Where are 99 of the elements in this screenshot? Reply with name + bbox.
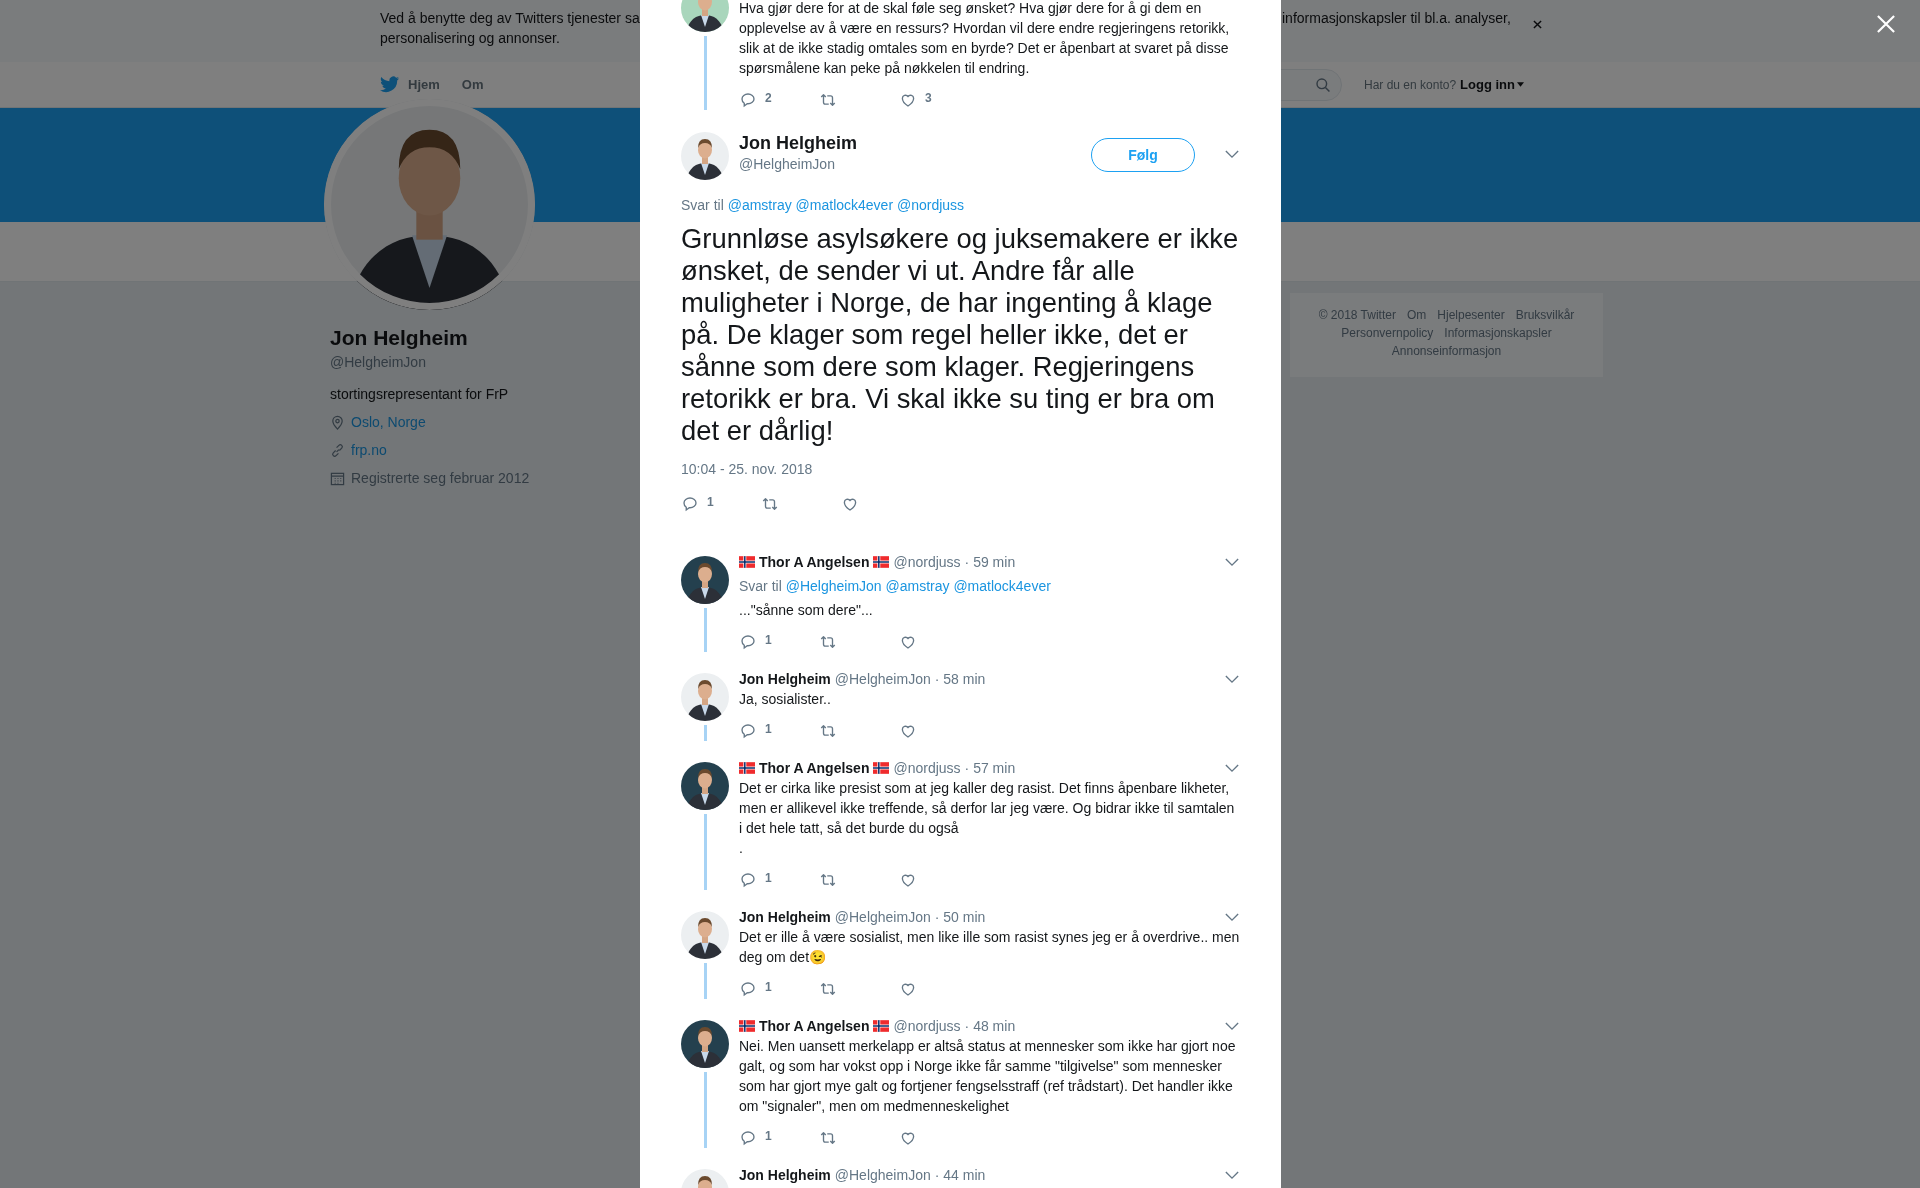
chevron-down-icon[interactable]: [1225, 912, 1239, 922]
tweet-text: Det er ille å være sosialist, men like ille som rasist synes jeg er å overdrive.. men deg om det😉: [739, 928, 1241, 967]
reply-icon: [739, 633, 757, 651]
retweet-icon: [819, 633, 837, 651]
link-icon: [330, 442, 345, 458]
mention-link[interactable]: @matlock4ever: [953, 578, 1051, 594]
chevron-down-icon[interactable]: [1225, 1170, 1239, 1180]
mention-link[interactable]: @nordjuss: [896, 197, 965, 213]
tweet-text: Nei. Men uansett merkelapp er altså status at mennesker som ikke har gjort noe galt, og som har vokst opp i Norge ikke får samme "tilgivelse" som mennesker som har gjort mye galt og fortjener fengselsstraff (ref trådstart). Det handler ikke om "signaler", men om medmenneskelighet: [739, 1037, 1237, 1116]
like-button[interactable]: 3: [899, 90, 932, 110]
avatar[interactable]: [681, 1020, 729, 1068]
author-name[interactable]: Thor A Angelsen: [759, 554, 870, 570]
author-handle[interactable]: @nordjuss: [893, 554, 961, 570]
caret-icon: [1516, 82, 1524, 87]
tweet-time[interactable]: · 48 min: [964, 1018, 1016, 1034]
calendar-icon: [330, 470, 345, 486]
avatar[interactable]: [681, 132, 729, 180]
reply-icon: [681, 495, 699, 513]
footer-link[interactable]: © 2018 Twitter: [1318, 306, 1396, 324]
reply-button[interactable]: 1: [739, 979, 772, 999]
author-name[interactable]: Jon Helgheim: [739, 909, 831, 925]
author-name[interactable]: Thor A Angelsen: [759, 760, 870, 776]
reply-icon: [739, 91, 757, 109]
avatar[interactable]: [681, 673, 729, 721]
author-handle[interactable]: @HelgheimJon: [739, 154, 858, 174]
banner-text: personalisering og annonser.: [380, 30, 560, 46]
author-name[interactable]: Jon Helgheim: [739, 132, 858, 154]
close-icon: [1532, 20, 1542, 29]
follow-button[interactable]: Følg: [1091, 138, 1195, 172]
close-button[interactable]: [1532, 20, 1542, 29]
reply-to-label: Svar til: [681, 197, 724, 213]
footer-link[interactable]: Annonseinformasjon: [1391, 342, 1502, 360]
reply-button[interactable]: 1: [739, 721, 772, 741]
mention-link[interactable]: @amstray: [885, 578, 950, 594]
tweet-text: Grunnløse asylsøkere og juksemakere er ikke ønsket, de sender vi ut. Andre får alle muligheter i Norge, de har ingenting å klage på. De klager som regel heller ikke, det er sånne som dere som klager. Regjeringens retorikk er bra. Vi skal ikke su ting er bra om det er dårlig!: [681, 223, 1240, 447]
retweet-icon: [761, 495, 779, 513]
reply-button[interactable]: 1: [681, 494, 714, 514]
reply-button[interactable]: 1: [739, 1128, 772, 1148]
tweet-text: ..."sånne som dere"...: [739, 601, 874, 620]
chevron-down-icon[interactable]: [1225, 557, 1239, 567]
tweet-text: Ja, sosialister..: [739, 690, 832, 709]
author-name[interactable]: Jon Helgheim: [739, 671, 831, 687]
banner-text: informasjonskapsler til bl.a. analyser,: [1282, 9, 1511, 28]
chevron-down-icon[interactable]: [1225, 763, 1239, 773]
tweet-timestamp[interactable]: 10:04 - 25. nov. 2018: [681, 459, 813, 479]
close-icon: [1877, 15, 1895, 33]
reply-button[interactable]: 1: [739, 870, 772, 890]
tweet-time[interactable]: · 58 min: [934, 671, 986, 687]
tweet-time[interactable]: · 59 min: [964, 554, 1016, 570]
tweet-time[interactable]: · 44 min: [934, 1167, 986, 1183]
tweet-time[interactable]: · 50 min: [934, 909, 986, 925]
account-prompt: Har du en konto?: [1364, 77, 1457, 92]
chevron-down-icon[interactable]: [1225, 1021, 1239, 1031]
reply-to-label: Svar til: [739, 578, 782, 594]
retweet-icon: [819, 91, 837, 109]
reply-icon: [739, 722, 757, 740]
footer-link[interactable]: Bruksvilkår: [1515, 306, 1575, 324]
author-handle[interactable]: @nordjuss: [893, 1018, 961, 1034]
chevron-down-icon[interactable]: [1225, 150, 1239, 159]
mention-link[interactable]: @HelgheimJon: [785, 578, 882, 594]
reply-icon: [739, 1129, 757, 1147]
retweet-icon: [819, 980, 837, 998]
avatar[interactable]: [681, 911, 729, 959]
avatar[interactable]: [681, 762, 729, 810]
reply-button[interactable]: 1: [739, 632, 772, 652]
author-handle[interactable]: @HelgheimJon: [834, 1167, 931, 1183]
joined-date: Registrerte seg februar 2012: [351, 470, 530, 486]
banner-text: Ved å benytte deg av Twitters tjenester sa: [380, 10, 640, 26]
mention-link[interactable]: @amstray: [727, 197, 792, 213]
retweet-icon: [819, 871, 837, 889]
profile-name: Jon Helgheim: [330, 325, 468, 351]
search-icon[interactable]: [1315, 76, 1331, 93]
author-handle[interactable]: @nordjuss: [893, 760, 961, 776]
author-handle[interactable]: @HelgheimJon: [834, 671, 931, 687]
reply-icon: [739, 980, 757, 998]
footer-link[interactable]: Informasjonskapsler: [1444, 324, 1552, 342]
nav-link[interactable]: Om: [461, 76, 484, 93]
author-name[interactable]: Thor A Angelsen: [759, 1018, 870, 1034]
profile-bio: stortingsrepresentant for FrP: [330, 385, 509, 404]
location-pin-icon: [330, 414, 345, 430]
bird-icon: [380, 76, 400, 93]
avatar[interactable]: [681, 556, 729, 604]
login-button[interactable]: Logg inn: [1460, 77, 1524, 92]
reply-button[interactable]: 2: [739, 90, 772, 110]
tweet-time[interactable]: · 57 min: [964, 760, 1016, 776]
footer-link[interactable]: Personvernpolicy: [1341, 324, 1434, 342]
footer-link[interactable]: Om: [1406, 306, 1427, 324]
tweet-text: Hva gjør dere for at de skal føle seg ønsket? Hva gjør dere for å gi dem en opplevelse av å være en ressurs? Hvordan vil dere endre regjeringens retorikk, slik at de ikke stadig omtales som en byrde? Det er åpenbart at svaret på disse spørsmålene kan peke på nøkkelen til endring.: [739, 0, 1231, 78]
nav-link[interactable]: Hjem: [380, 76, 440, 93]
profile-handle: @HelgheimJon: [330, 353, 426, 372]
tweet-text: Det er cirka like presist som at jeg kaller deg rasist. Det finns åpenbare likheter, men er allikevel ikke treffende, så derfor lar jeg være. Og bidrar ikke til samtalen i det hele tatt, så det burde du også .: [739, 779, 1236, 858]
retweet-icon: [819, 722, 837, 740]
author-handle[interactable]: @HelgheimJon: [834, 909, 931, 925]
chevron-down-icon[interactable]: [1225, 674, 1239, 684]
retweet-icon: [819, 1129, 837, 1147]
reply-icon: [739, 871, 757, 889]
author-name[interactable]: Jon Helgheim: [739, 1167, 831, 1183]
mention-link[interactable]: @matlock4ever: [795, 197, 894, 213]
footer-link[interactable]: Hjelpesenter: [1437, 306, 1505, 324]
